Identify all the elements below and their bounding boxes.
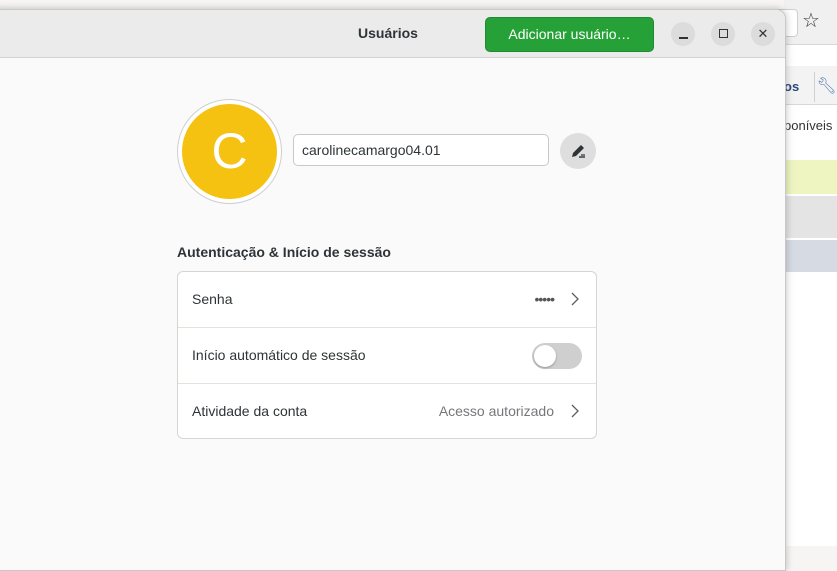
section-title: Autenticação & Início de sessão xyxy=(177,244,391,260)
close-button[interactable]: ✕ xyxy=(751,22,775,46)
minimize-button[interactable] xyxy=(671,22,695,46)
chevron-right-icon xyxy=(571,292,579,306)
auth-settings-list: Senha ••••• Início automático de sessão … xyxy=(177,271,597,439)
autologin-switch[interactable] xyxy=(532,343,582,369)
password-row[interactable]: Senha ••••• xyxy=(178,272,596,328)
bookmark-star-icon[interactable]: ☆ xyxy=(800,10,822,32)
page-tab[interactable]: os xyxy=(784,72,812,102)
browser-toolbar: ☆ xyxy=(774,0,837,45)
wrench-icon[interactable]: 🔧︎ xyxy=(814,72,837,102)
users-settings-window: Usuários Adicionar usuário… ✕ C Autentic… xyxy=(0,9,786,571)
table-row xyxy=(784,240,837,272)
pencil-icon xyxy=(572,145,585,158)
maximize-icon xyxy=(718,29,728,39)
account-activity-row[interactable]: Atividade da conta Acesso autorizado xyxy=(178,384,596,438)
close-icon: ✕ xyxy=(757,26,769,41)
header-bar: Usuários Adicionar usuário… ✕ xyxy=(0,10,785,58)
add-user-button[interactable]: Adicionar usuário… xyxy=(485,17,654,52)
background-browser-window: ☆ os 🔧︎ poníveis xyxy=(774,0,837,546)
edit-username-button[interactable] xyxy=(560,133,596,169)
avatar: C xyxy=(182,104,277,199)
username-field[interactable] xyxy=(293,134,549,166)
account-activity-value: Acesso autorizado xyxy=(438,403,554,419)
page-text: poníveis xyxy=(784,118,833,133)
autologin-row: Início automático de sessão xyxy=(178,328,596,384)
password-value: ••••• xyxy=(534,291,554,307)
account-activity-label: Atividade da conta xyxy=(192,403,308,419)
autologin-label: Início automático de sessão xyxy=(192,347,366,363)
minimize-icon xyxy=(678,36,688,39)
switch-knob xyxy=(534,345,556,367)
window-title: Usuários xyxy=(358,25,418,41)
page-tab-bar: os 🔧︎ xyxy=(784,66,837,105)
avatar-button[interactable]: C xyxy=(177,99,282,204)
chevron-right-icon xyxy=(571,404,579,418)
maximize-button[interactable] xyxy=(711,22,735,46)
table-row xyxy=(784,160,837,194)
table-row xyxy=(784,196,837,238)
password-label: Senha xyxy=(192,291,233,307)
